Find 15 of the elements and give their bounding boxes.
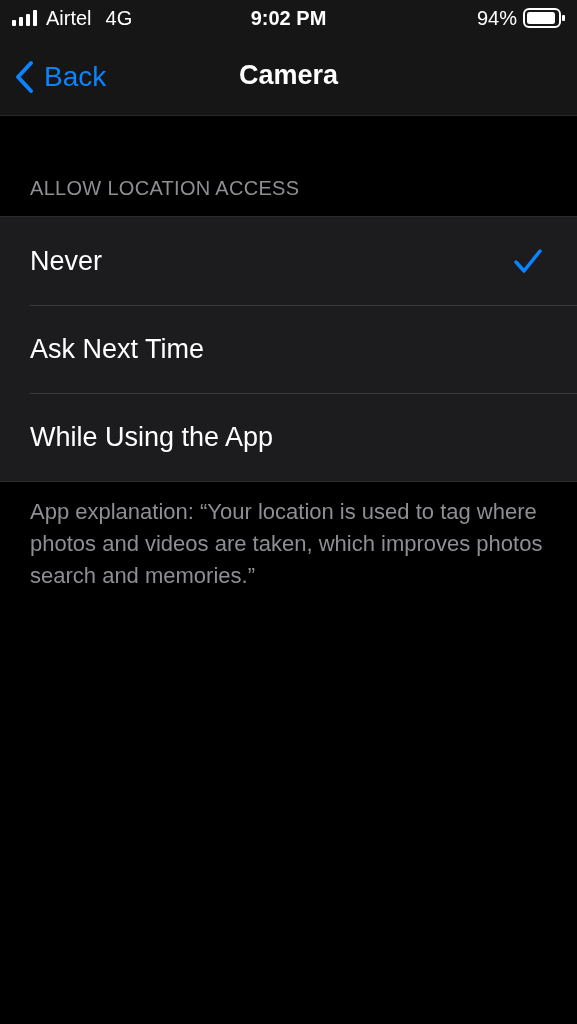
chevron-left-icon bbox=[14, 60, 34, 94]
section-header: ALLOW LOCATION ACCESS bbox=[29, 176, 301, 201]
checkmark-icon bbox=[513, 248, 543, 274]
page-title: Camera bbox=[238, 59, 339, 93]
battery-percentage: 94% bbox=[476, 6, 517, 31]
network-type: 4G bbox=[105, 6, 133, 31]
option-row[interactable]: Never bbox=[0, 217, 577, 305]
carrier-name: Airtel bbox=[46, 6, 92, 31]
app-explanation: App explanation: “Your location is used to tag where photos and videos are taken, which improves photos search and memories.” bbox=[29, 498, 544, 590]
signal-icon bbox=[12, 10, 38, 26]
option-row[interactable]: Ask Next Time bbox=[30, 305, 577, 393]
back-button[interactable]: Back bbox=[14, 56, 107, 98]
battery-icon bbox=[523, 8, 565, 28]
clock-time: 9:02 PM bbox=[250, 6, 327, 31]
option-row[interactable]: While Using the App bbox=[30, 393, 577, 481]
